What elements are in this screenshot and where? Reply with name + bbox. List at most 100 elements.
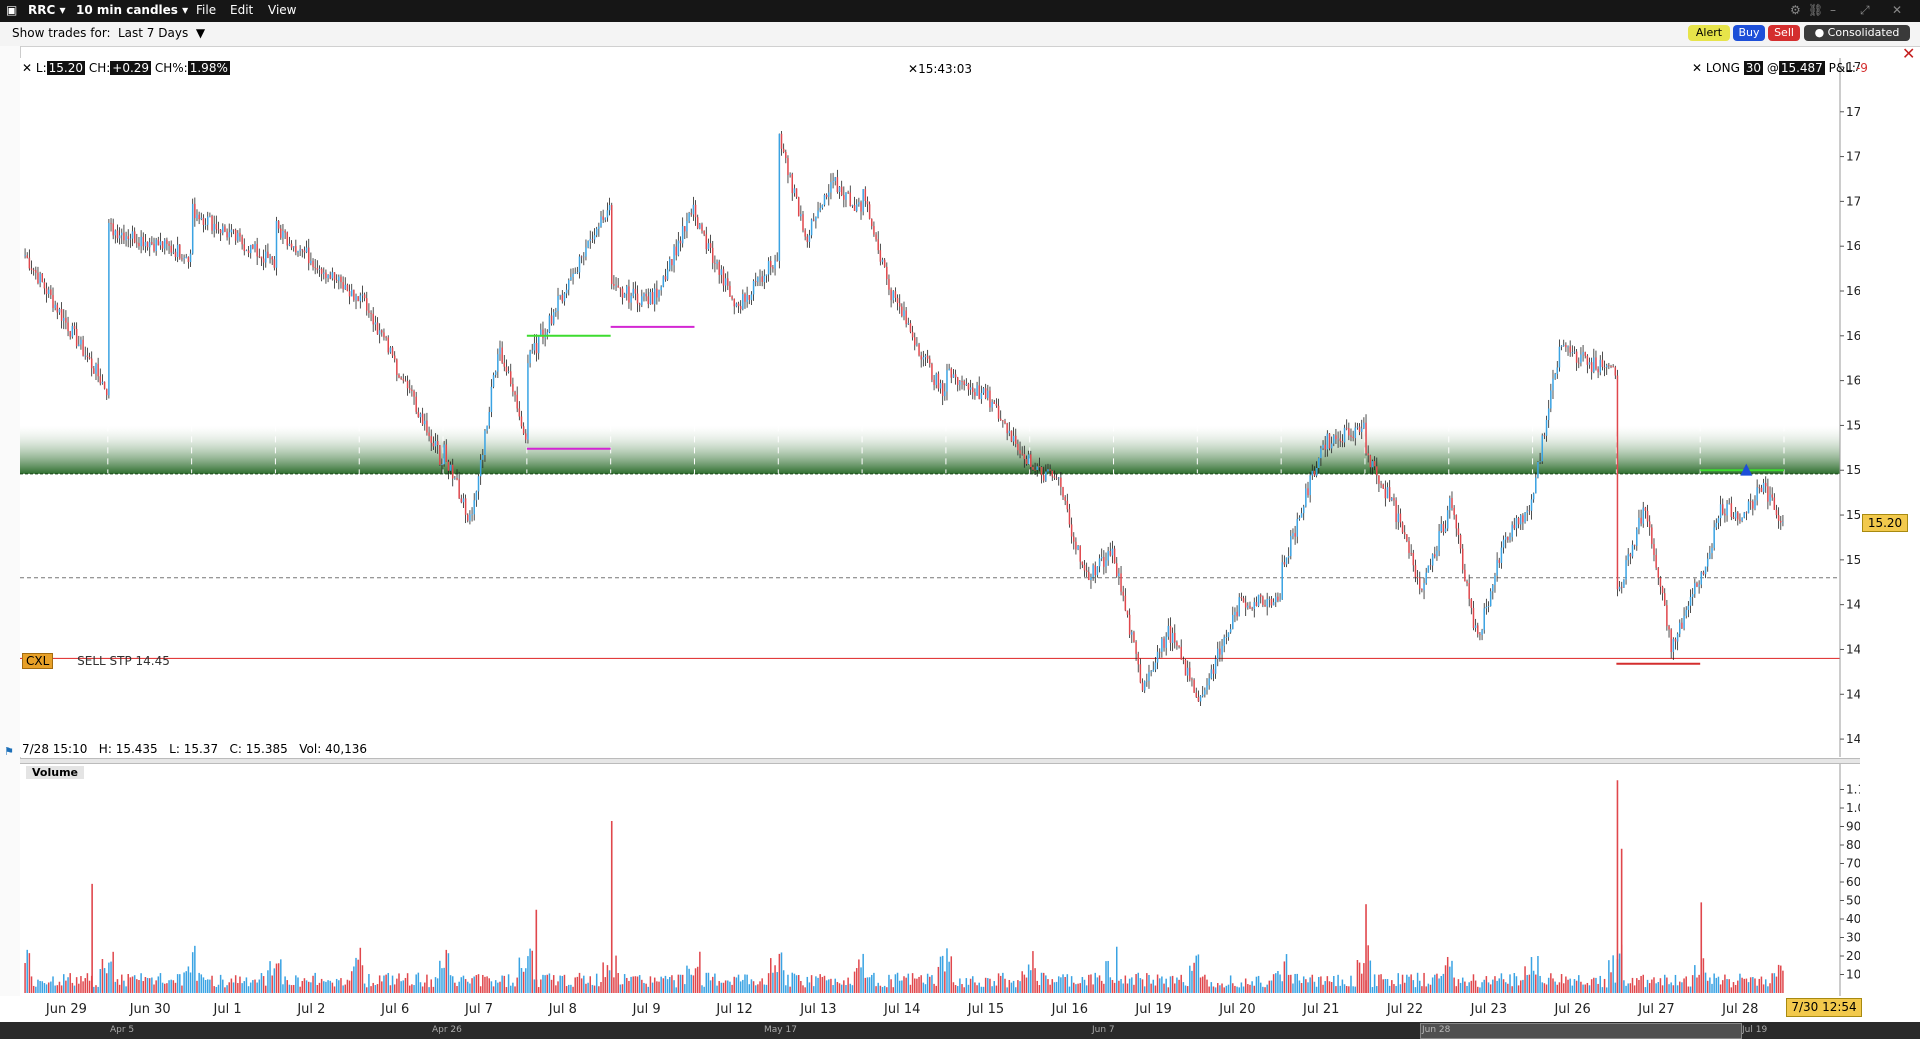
candle-body — [1148, 672, 1150, 681]
candle-body — [643, 293, 645, 297]
price-chart[interactable]: 14.00 14.25 14.50 14.75 15.00 15.25 15.50 15.75… — [20, 58, 1860, 757]
link-icon[interactable]: ⛓ — [1808, 3, 1823, 17]
candle-body — [931, 363, 933, 380]
candle-body — [1698, 584, 1700, 587]
symbol-selector[interactable]: RRC ▾ — [28, 3, 66, 17]
candle-body — [589, 238, 592, 241]
candle-body — [628, 286, 630, 303]
candle — [1133, 630, 1135, 643]
settings-icon[interactable]: ⚙ — [1790, 3, 1801, 17]
menu-file[interactable]: File — [196, 3, 216, 17]
candle-body — [641, 296, 643, 306]
candle-body — [1395, 500, 1397, 523]
sell-button[interactable]: Sell — [1768, 25, 1800, 41]
candle-body — [621, 288, 624, 298]
candle-body — [497, 354, 499, 372]
volume-chart[interactable]: 100.0K 200.0K 300.0K 400.0K 500.0K 600.0K 700.… — [20, 764, 1860, 996]
candle-body — [52, 295, 54, 308]
volume-tick-label: 1.0M — [1846, 801, 1860, 815]
candle-body — [467, 514, 469, 521]
candle-body — [1599, 359, 1602, 373]
candle-body — [684, 226, 686, 232]
candle-body — [1752, 501, 1754, 509]
menu-edit[interactable]: Edit — [230, 3, 253, 17]
navigator-bar[interactable]: Apr 5 Apr 26 May 17 Jun 7 Jun 28 Jul 19 — [0, 1022, 1920, 1039]
position-close-icon[interactable]: ✕ — [1692, 61, 1702, 75]
maximize-icon[interactable]: ⤢ — [1860, 3, 1870, 18]
candle — [1193, 678, 1195, 693]
candle-body — [1672, 639, 1675, 652]
candle-body — [810, 219, 813, 236]
quote-close-icon[interactable]: ✕ — [22, 61, 32, 75]
candle-body — [531, 350, 533, 352]
time-tick-label: Jul 7 — [464, 1002, 494, 1017]
minimize-icon[interactable]: – — [1830, 3, 1836, 17]
candle-body — [1706, 558, 1709, 567]
candle-body — [1715, 522, 1718, 528]
candle-body — [1025, 459, 1028, 465]
buy-button[interactable]: Buy — [1733, 25, 1765, 41]
quote-line: ✕ L: 15.20 CH: +0.29 CH%: 1.98% — [22, 61, 230, 75]
candle-body — [1223, 637, 1225, 646]
candle-body — [385, 337, 387, 338]
candle-body — [1201, 694, 1204, 697]
trades-filter-dropdown[interactable]: Last 7 Days ▼ — [118, 26, 205, 40]
cancel-order-button[interactable]: CXL — [22, 653, 54, 669]
candle-body — [411, 389, 413, 391]
candle-body — [537, 336, 540, 354]
candle — [41, 272, 44, 283]
order-label: CXL SELL STP 14.45 — [22, 653, 170, 669]
candle-body — [742, 294, 744, 310]
candle-body — [909, 323, 912, 332]
candle-body — [484, 430, 486, 456]
candle-body — [1051, 470, 1054, 477]
candle-body — [963, 381, 965, 386]
consolidated-button[interactable]: ● Consolidated — [1804, 25, 1910, 41]
candle — [1541, 433, 1543, 464]
candle-body — [273, 259, 276, 268]
cursor-tool-icon[interactable]: ⚑ — [4, 745, 14, 758]
candle-body — [574, 272, 576, 274]
candle — [1010, 430, 1013, 443]
candle-body — [1294, 533, 1296, 537]
candle-body — [935, 373, 937, 386]
candle-body — [103, 381, 106, 389]
time-tick-label: Jul 12 — [716, 1002, 753, 1017]
candle-body — [866, 201, 869, 205]
candle-body — [1633, 544, 1636, 546]
menu-view[interactable]: View — [268, 3, 296, 17]
time-tick-label: Jul 16 — [1051, 1002, 1088, 1017]
candle-body — [875, 234, 877, 240]
candle-body — [1253, 602, 1256, 609]
candle — [931, 362, 933, 383]
navigator-window[interactable] — [1420, 1023, 1742, 1039]
candle-body — [50, 289, 52, 296]
candle-body — [656, 288, 658, 298]
candle-body — [361, 294, 364, 296]
candle-body — [593, 235, 596, 240]
candle-body — [1485, 606, 1488, 609]
candle-body — [1423, 583, 1425, 591]
candle — [179, 243, 181, 260]
candle-body — [1212, 669, 1215, 674]
candle-body — [552, 312, 555, 324]
alert-button[interactable]: Alert — [1688, 25, 1730, 41]
candle-body — [1090, 577, 1092, 580]
candle-body — [1305, 488, 1307, 507]
candle-body — [1575, 351, 1578, 363]
candle-body — [767, 260, 770, 275]
candle-body — [1442, 524, 1445, 532]
candle-body — [711, 247, 714, 263]
close-chart-icon[interactable]: ✕ — [1902, 44, 1915, 63]
close-icon[interactable]: ✕ — [1892, 3, 1902, 17]
candle-body — [1369, 455, 1372, 468]
candle-body — [1322, 444, 1324, 449]
candle-body — [669, 259, 671, 270]
interval-selector[interactable]: 10 min candles ▾ — [76, 3, 188, 17]
candle-body — [1298, 517, 1301, 520]
candle-body — [1034, 469, 1036, 471]
candle-body — [1777, 515, 1780, 521]
candle-body — [400, 377, 402, 379]
candle-body — [999, 418, 1002, 421]
candle-body — [1128, 614, 1131, 635]
